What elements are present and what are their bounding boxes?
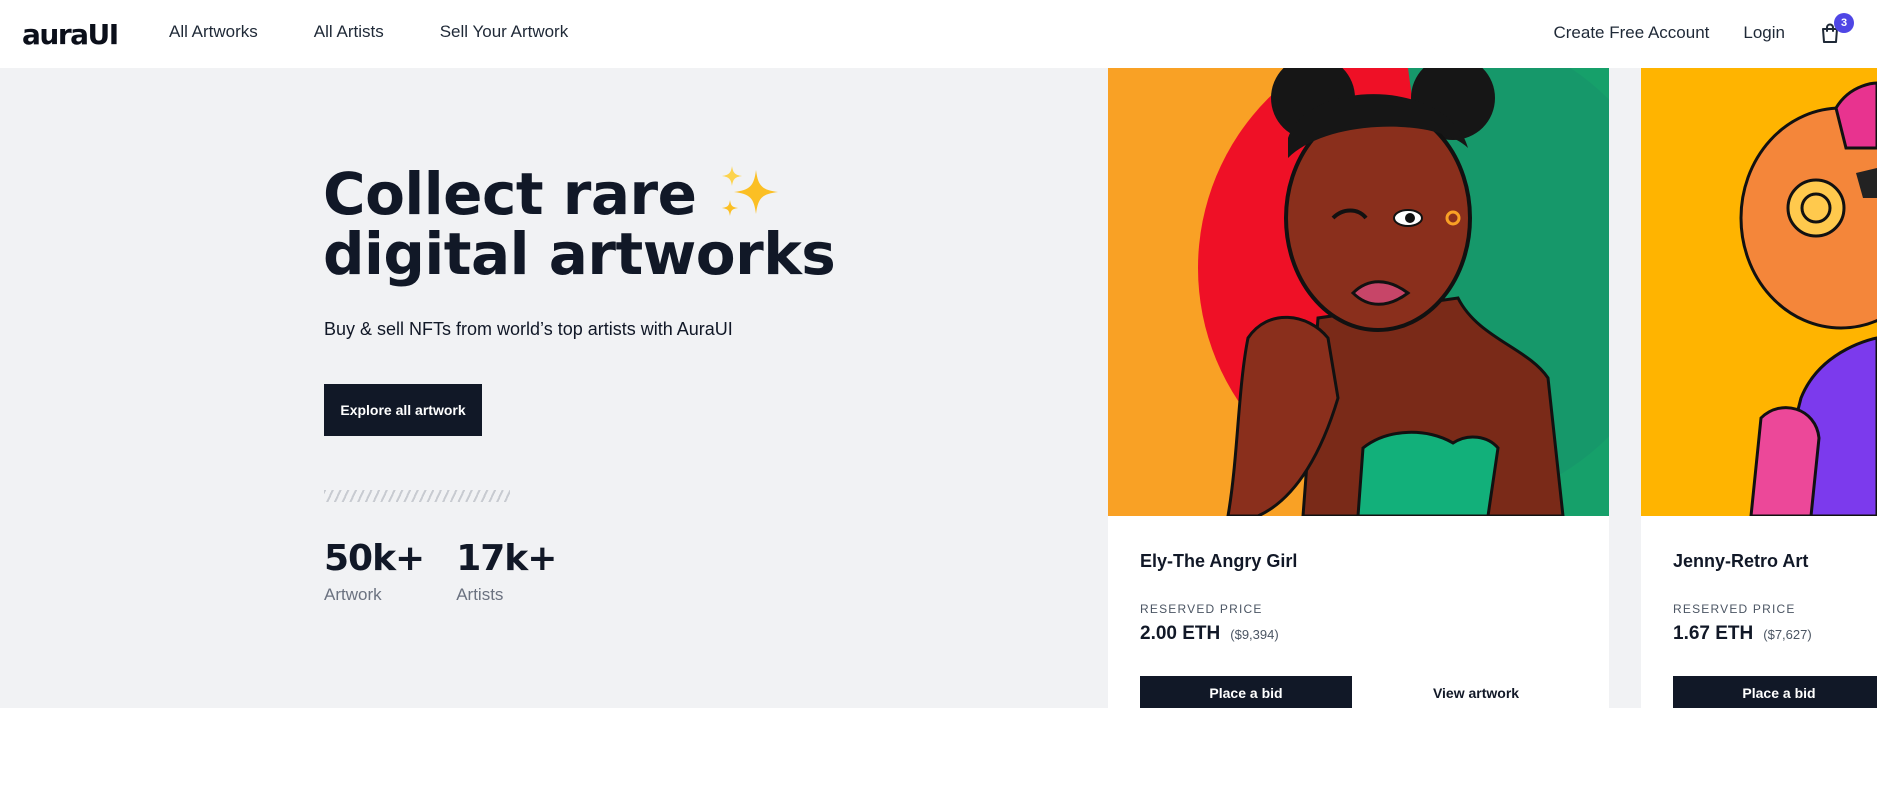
stat-value: 50k+	[324, 538, 425, 579]
stat-value: 17k+	[456, 538, 557, 579]
sparkles-icon	[722, 166, 779, 216]
hero-subtitle: Buy & sell NFTs from world’s top artists…	[324, 319, 733, 339]
nav-link-all-artworks[interactable]: All Artworks	[169, 22, 258, 42]
price-row: 1.67 ETH ($7,627)	[1673, 623, 1812, 645]
nav-link-sell-artwork[interactable]: Sell Your Artwork	[440, 22, 569, 42]
price-usd: ($7,627)	[1763, 627, 1812, 642]
create-account-link[interactable]: Create Free Account	[1553, 23, 1709, 43]
login-link[interactable]: Login	[1743, 23, 1785, 43]
price-row: 2.00 ETH ($9,394)	[1140, 623, 1279, 645]
stats: 50k+ Artwork 17k+ Artists	[324, 538, 557, 605]
stat-label: Artists	[456, 585, 504, 604]
decorative-hatch-divider	[324, 490, 510, 502]
price-usd: ($9,394)	[1230, 627, 1279, 642]
hero-title: Collect rare digital artworks	[323, 164, 836, 284]
retro-art-illustration	[1641, 68, 1877, 516]
angry-girl-illustration	[1108, 68, 1609, 516]
artwork-card[interactable]: Jenny-Retro Art RESERVED PRICE 1.67 ETH …	[1641, 68, 1877, 708]
nav-links: All Artworks All Artists Sell Your Artwo…	[169, 22, 568, 42]
artwork-image[interactable]	[1108, 68, 1609, 516]
explore-artwork-button[interactable]: Explore all artwork	[324, 384, 482, 436]
hero-title-line2: digital artworks	[323, 220, 836, 288]
cart-button[interactable]: 3	[1819, 13, 1854, 44]
price-eth: 2.00 ETH	[1140, 623, 1221, 644]
place-bid-button[interactable]: Place a bid	[1673, 676, 1877, 708]
hero-title-line1: Collect rare	[323, 160, 697, 228]
logo[interactable]: auraUI	[22, 18, 119, 51]
place-bid-button[interactable]: Place a bid	[1140, 676, 1352, 708]
view-artwork-button[interactable]: View artwork	[1370, 676, 1582, 708]
artwork-card[interactable]: Ely-The Angry Girl RESERVED PRICE 2.00 E…	[1108, 68, 1609, 708]
price-label: RESERVED PRICE	[1140, 602, 1263, 616]
nav-link-all-artists[interactable]: All Artists	[314, 22, 384, 42]
price-label: RESERVED PRICE	[1673, 602, 1796, 616]
cart-count-badge: 3	[1834, 13, 1854, 33]
price-eth: 1.67 ETH	[1673, 623, 1754, 644]
hero-section: Collect rare digital artworks Buy & sell…	[0, 68, 1877, 708]
top-navigation: auraUI All Artworks All Artists Sell You…	[0, 0, 1877, 68]
nav-actions: Create Free Account Login 3	[1553, 13, 1854, 44]
artwork-title[interactable]: Jenny-Retro Art	[1673, 551, 1808, 572]
artwork-title[interactable]: Ely-The Angry Girl	[1140, 551, 1297, 572]
stat-artwork: 50k+ Artwork	[324, 538, 425, 605]
stat-label: Artwork	[324, 585, 382, 604]
artwork-image[interactable]	[1641, 68, 1877, 516]
stat-artists: 17k+ Artists	[456, 538, 557, 605]
